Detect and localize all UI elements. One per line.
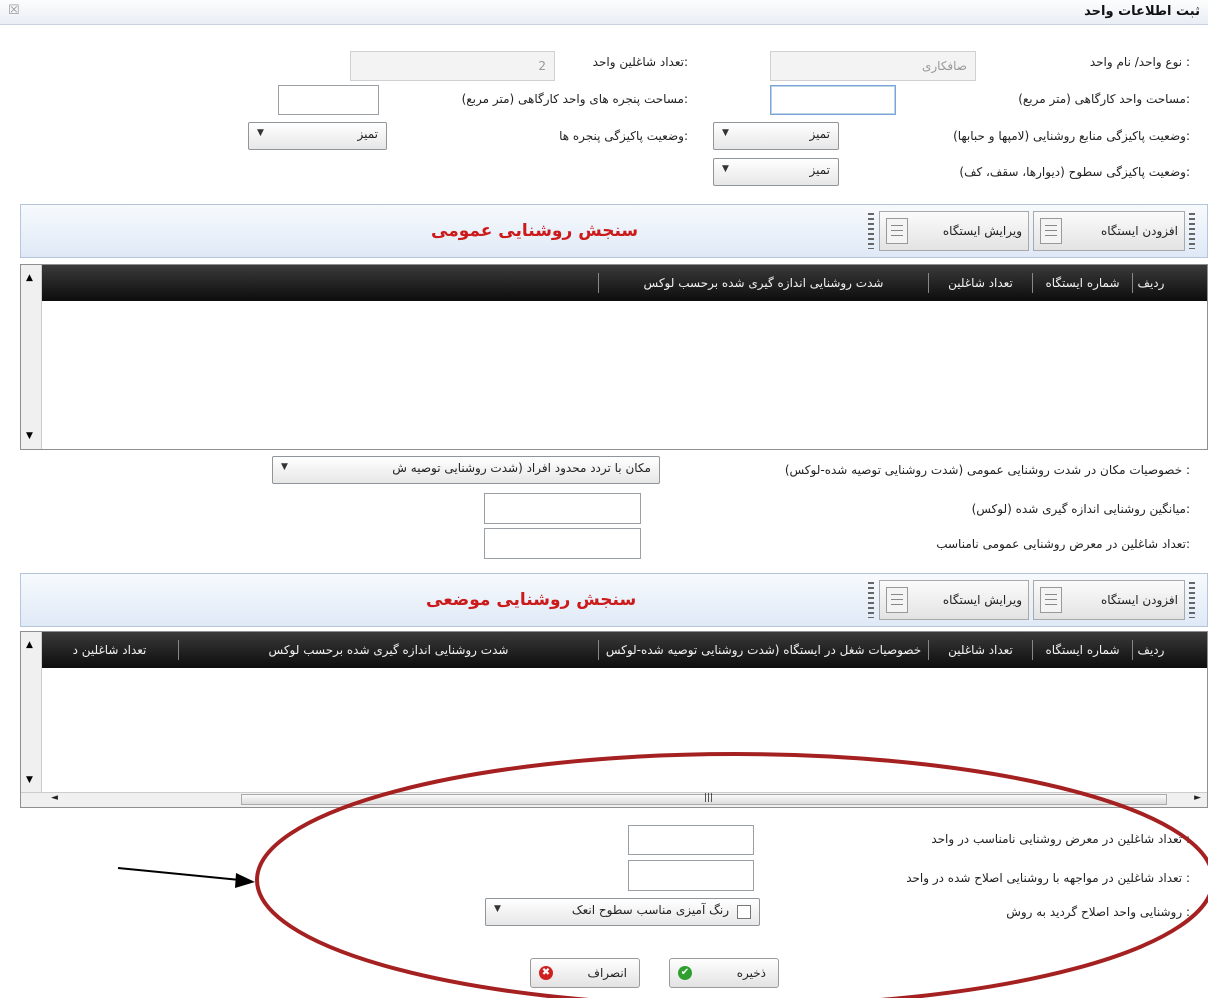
window-area-field[interactable] bbox=[278, 85, 379, 115]
scroll-right-icon[interactable]: ► bbox=[1194, 793, 1201, 803]
method-checkbox[interactable] bbox=[737, 905, 751, 919]
grid-header: ردیف شماره ایستگاه تعداد شاغلین شدت روشن… bbox=[21, 265, 1207, 301]
chevron-down-icon: ▼ bbox=[257, 128, 264, 138]
save-button[interactable]: ذخیره ✔ bbox=[669, 958, 779, 988]
general-station-grid[interactable]: ردیف شماره ایستگاه تعداد شاغلین شدت روشن… bbox=[20, 264, 1208, 450]
col-row-number: ردیف bbox=[1132, 273, 1169, 293]
scroll-down-icon[interactable]: ▼ bbox=[26, 775, 33, 785]
col-row-number: ردیف bbox=[1132, 640, 1169, 660]
unsuitable-field[interactable] bbox=[628, 825, 754, 855]
exposed-general-label: تعداد شاغلین در معرض روشنایی عمومی نامنا… bbox=[936, 537, 1190, 551]
document-icon bbox=[886, 218, 908, 244]
place-spec-label: خصوصیات مکان در شدت روشنایی عمومی (شدت ر… bbox=[784, 463, 1190, 477]
scroll-up-icon[interactable]: ▲ bbox=[26, 273, 33, 283]
area-field[interactable] bbox=[770, 85, 896, 115]
general-lighting-title: سنجش روشنایی عمومی bbox=[431, 221, 639, 241]
scroll-left-icon[interactable]: ◄ bbox=[51, 793, 58, 803]
col-station-number: شماره ایستگاه bbox=[1032, 640, 1132, 660]
method-label: روشنایی واحد اصلاح گردید به روش : bbox=[1006, 905, 1190, 919]
chevron-down-icon: ▼ bbox=[281, 462, 288, 472]
close-icon[interactable]: ☒ bbox=[8, 3, 20, 18]
avg-lux-field[interactable] bbox=[484, 493, 641, 524]
horizontal-scrollbar[interactable]: ◄ ||| ► bbox=[21, 792, 1207, 807]
unsuitable-label: تعداد شاغلین در معرض روشنایی نامناسب در … bbox=[931, 832, 1190, 846]
window-clean-select[interactable]: تمیز ▼ bbox=[248, 122, 387, 150]
avg-lux-label: میانگین روشنایی اندازه گیری شده (لوکس): bbox=[971, 502, 1190, 516]
document-icon bbox=[886, 587, 908, 613]
col-workers-exposed: تعداد شاغلین د bbox=[40, 640, 178, 660]
local-lighting-title: سنجش روشنایی موضعی bbox=[426, 590, 637, 610]
exposed-general-field[interactable] bbox=[484, 528, 641, 559]
unit-type-field[interactable]: صافکاری bbox=[770, 51, 976, 81]
corrected-field[interactable] bbox=[628, 860, 754, 891]
method-select[interactable]: رنگ آمیزی مناسب سطوح انعک ▼ bbox=[485, 898, 760, 926]
scroll-down-icon[interactable]: ▼ bbox=[26, 431, 33, 441]
local-station-grid[interactable]: ردیف شماره ایستگاه تعداد شاغلین خصوصیات … bbox=[20, 631, 1208, 808]
toolbar-grip[interactable] bbox=[1189, 213, 1195, 249]
document-icon bbox=[1040, 218, 1062, 244]
vertical-scrollbar[interactable]: ▲ ▼ bbox=[21, 265, 42, 449]
toolbar-grip[interactable] bbox=[868, 213, 874, 249]
chevron-down-icon: ▼ bbox=[722, 164, 729, 174]
check-icon: ✔ bbox=[678, 966, 692, 980]
local-lighting-panel: سنجش روشنایی موضعی افزودن ایستگاه ویرایش… bbox=[20, 573, 1208, 627]
cancel-button[interactable]: انصراف ✖ bbox=[530, 958, 640, 988]
col-station-number: شماره ایستگاه bbox=[1032, 273, 1132, 293]
light-clean-label: وضعیت پاکیزگی منابع روشنایی (لامپها و حب… bbox=[953, 129, 1190, 143]
workers-label: تعداد شاغلین واحد: bbox=[592, 55, 688, 69]
surface-clean-select[interactable]: تمیز ▼ bbox=[713, 158, 839, 186]
area-label: مساحت واحد کارگاهی (متر مربع): bbox=[1018, 92, 1190, 106]
window-title: ثبت اطلاعات واحد bbox=[1084, 4, 1200, 19]
add-station-button[interactable]: افزودن ایستگاه bbox=[1033, 211, 1185, 251]
grid-header: ردیف شماره ایستگاه تعداد شاغلین خصوصیات … bbox=[21, 632, 1207, 668]
window-clean-label: وضعیت پاکیزگی پنجره ها: bbox=[559, 129, 688, 143]
general-lighting-panel: سنجش روشنایی عمومی افزودن ایستگاه ویرایش… bbox=[20, 204, 1208, 258]
toolbar-grip[interactable] bbox=[1189, 582, 1195, 618]
surface-clean-label: وضعیت پاکیزگی سطوح (دیوارها، سقف، کف): bbox=[959, 165, 1190, 179]
chevron-down-icon: ▼ bbox=[494, 904, 501, 914]
pointer-arrow-line bbox=[117, 867, 241, 881]
col-measured-lux: شدت روشنایی اندازه گیری شده برحسب لوکس bbox=[598, 273, 928, 293]
vertical-scrollbar[interactable]: ▲ ▼ bbox=[21, 632, 42, 793]
light-clean-select[interactable]: تمیز ▼ bbox=[713, 122, 839, 150]
document-icon bbox=[1040, 587, 1062, 613]
pointer-arrow-head bbox=[235, 873, 255, 888]
chevron-down-icon: ▼ bbox=[722, 128, 729, 138]
place-spec-select[interactable]: مکان با تردد محدود افراد (شدت روشنایی تو… bbox=[272, 456, 660, 484]
edit-station-button[interactable]: ویرایش ایستگاه bbox=[879, 211, 1029, 251]
scroll-thumb[interactable]: ||| bbox=[241, 793, 1167, 805]
scroll-up-icon[interactable]: ▲ bbox=[26, 640, 33, 650]
corrected-label: تعداد شاغلین در مواجهه با روشنایی اصلاح … bbox=[906, 871, 1190, 885]
col-workers: تعداد شاغلین bbox=[928, 640, 1032, 660]
cross-icon: ✖ bbox=[539, 966, 553, 980]
workers-field[interactable]: 2 bbox=[350, 51, 555, 81]
col-measured-lux: شدت روشنایی اندازه گیری شده برحسب لوکس bbox=[178, 640, 598, 660]
title-bar: ☒ ثبت اطلاعات واحد bbox=[0, 0, 1208, 25]
window-area-label: مساحت پنجره های واحد کارگاهی (متر مربع): bbox=[461, 92, 688, 106]
edit-station-button[interactable]: ویرایش ایستگاه bbox=[879, 580, 1029, 620]
unit-type-label: نوع واحد/ نام واحد : bbox=[1089, 55, 1190, 69]
toolbar-grip[interactable] bbox=[868, 582, 874, 618]
col-workers: تعداد شاغلین bbox=[928, 273, 1032, 293]
add-station-button[interactable]: افزودن ایستگاه bbox=[1033, 580, 1185, 620]
col-job-spec: خصوصیات شغل در ایستگاه (شدت روشنایی توصی… bbox=[598, 640, 928, 660]
